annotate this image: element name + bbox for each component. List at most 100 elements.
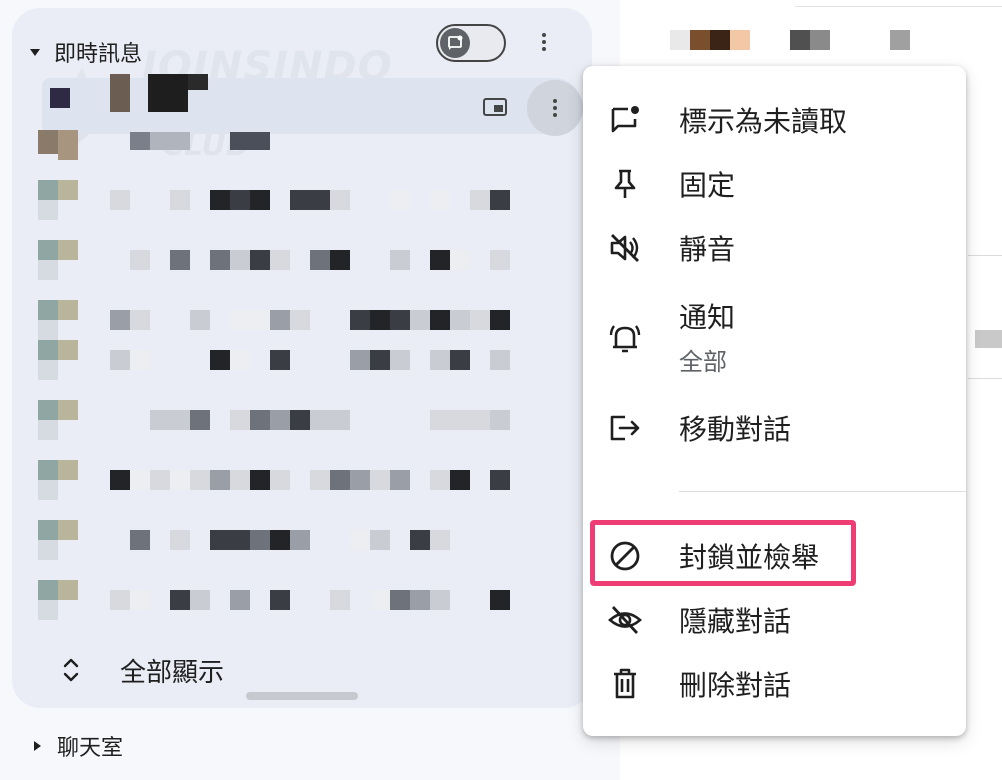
blurred-avatar: [58, 580, 78, 600]
menu-item-label: 靜音: [679, 233, 736, 266]
menu-item-pin[interactable]: 固定: [583, 152, 966, 216]
blurred-text-pixel: [130, 530, 150, 550]
show-all-label: 全部顯示: [120, 657, 225, 688]
menu-divider: [679, 491, 966, 492]
blurred-text-pixel: [130, 310, 150, 330]
blurred-avatar: [38, 240, 58, 260]
blurred-avatar: [58, 300, 78, 320]
blurred-text-pixel: [270, 250, 290, 270]
conversation-more-button[interactable]: [527, 80, 583, 136]
blurred-avatar: [58, 240, 78, 260]
hide-icon: [605, 600, 645, 640]
pin-icon: [605, 164, 645, 204]
menu-item-sublabel: 全部: [679, 348, 727, 376]
blurred-text-pixel: [330, 470, 350, 490]
direct-messages-header[interactable]: 即時訊息: [30, 32, 142, 72]
blurred-text-pixel: [390, 190, 410, 210]
blurred-text-pixel: [410, 310, 430, 330]
blurred-text-pixel: [110, 190, 130, 210]
show-all-button[interactable]: 全部顯示: [62, 648, 224, 692]
blurred-text-pixel: [170, 470, 190, 490]
open-in-popup-icon[interactable]: [482, 96, 510, 120]
blurred-text-pixel: [110, 310, 130, 330]
menu-item-delete-conversation[interactable]: 刪除對話: [583, 652, 966, 716]
blurred-text-pixel: [430, 190, 450, 210]
blurred-text-pixel: [450, 470, 470, 490]
blurred-text-pixel: [450, 350, 470, 370]
blurred-text-pixel: [470, 190, 490, 210]
blurred-text-pixel: [230, 590, 250, 610]
blurred-text-pixel: [370, 590, 390, 610]
blurred-text-pixel: [390, 590, 410, 610]
blurred-text-pixel: [210, 350, 230, 370]
menu-item-label: 固定: [679, 169, 736, 202]
blurred-text-pixel: [490, 470, 510, 490]
divider: [795, 6, 1002, 7]
blurred-avatar: [38, 400, 58, 420]
blurred-avatar: [38, 540, 58, 560]
more-options-button[interactable]: [532, 30, 556, 54]
blurred-avatar: [38, 600, 58, 620]
caret-down-icon[interactable]: [30, 48, 40, 56]
blurred-content: [670, 30, 910, 50]
caret-right-icon[interactable]: [34, 741, 41, 751]
blurred-text-pixel: [210, 250, 230, 270]
blurred-text-pixel: [390, 250, 410, 270]
blurred-text-pixel: [230, 250, 250, 270]
blurred-text-pixel: [170, 590, 190, 610]
blurred-text-pixel: [310, 190, 330, 210]
blurred-text-pixel: [350, 310, 370, 330]
blurred-text-pixel: [130, 350, 150, 370]
expand-icon: [63, 658, 79, 682]
blurred-text-pixel: [250, 250, 270, 270]
blurred-text-pixel: [190, 410, 210, 430]
chat-toggle[interactable]: [436, 24, 506, 62]
more-vert-icon: [542, 33, 546, 51]
blurred-text-pixel: [230, 310, 250, 330]
blurred-avatar: [38, 180, 58, 200]
menu-item-mark-unread[interactable]: 標示為未讀取: [583, 88, 966, 152]
scrollbar-thumb[interactable]: [246, 692, 358, 700]
blurred-text-pixel: [170, 410, 190, 430]
menu-item-mute[interactable]: 靜音: [583, 216, 966, 280]
blurred-avatar: [38, 460, 58, 480]
blurred-text-pixel: [130, 470, 150, 490]
blurred-text-pixel: [430, 350, 450, 370]
menu-item-label: 通知: [679, 301, 736, 334]
blurred-text-pixel: [250, 470, 270, 490]
blurred-text-pixel: [190, 590, 210, 610]
blurred-text-pixel: [170, 190, 190, 210]
blurred-content: [975, 330, 1002, 348]
blurred-text-pixel: [270, 590, 290, 610]
blurred-avatar: [58, 460, 78, 480]
blurred-avatar: [38, 200, 58, 220]
blurred-text-pixel: [290, 310, 310, 330]
blurred-text-pixel: [150, 470, 170, 490]
blurred-text-pixel: [290, 530, 310, 550]
menu-item-hide-conversation[interactable]: 隱藏對話: [583, 588, 966, 652]
blurred-avatar: [58, 340, 78, 360]
blurred-text-pixel: [230, 530, 250, 550]
blurred-text-pixel: [410, 590, 430, 610]
blurred-text-pixel: [250, 410, 270, 430]
menu-item-notifications[interactable]: 通知 全部: [583, 296, 966, 386]
blurred-text-pixel: [370, 470, 390, 490]
blurred-text-pixel: [270, 470, 290, 490]
more-vert-icon: [553, 99, 557, 117]
blurred-avatar: [38, 300, 58, 320]
blurred-text-pixel: [430, 470, 450, 490]
blurred-avatar: [58, 520, 78, 540]
blurred-avatar: [38, 320, 58, 340]
blurred-text-pixel: [490, 590, 510, 610]
section-title: 即時訊息: [54, 42, 143, 67]
menu-item-move-conversation[interactable]: 移動對話: [583, 396, 966, 460]
blurred-text-pixel: [430, 530, 450, 550]
blurred-text-pixel: [110, 350, 130, 370]
blurred-text-pixel: [330, 590, 350, 610]
conversation-context-menu: 標示為未讀取 固定 靜音 通知 全部 移動對話 封鎖並檢舉 隱藏對話 刪除對話: [583, 66, 966, 736]
spaces-header[interactable]: 聊天室: [34, 728, 123, 764]
blurred-text-pixel: [170, 250, 190, 270]
blurred-text-pixel: [490, 310, 510, 330]
blurred-text-pixel: [450, 310, 470, 330]
blurred-text-pixel: [470, 410, 490, 430]
